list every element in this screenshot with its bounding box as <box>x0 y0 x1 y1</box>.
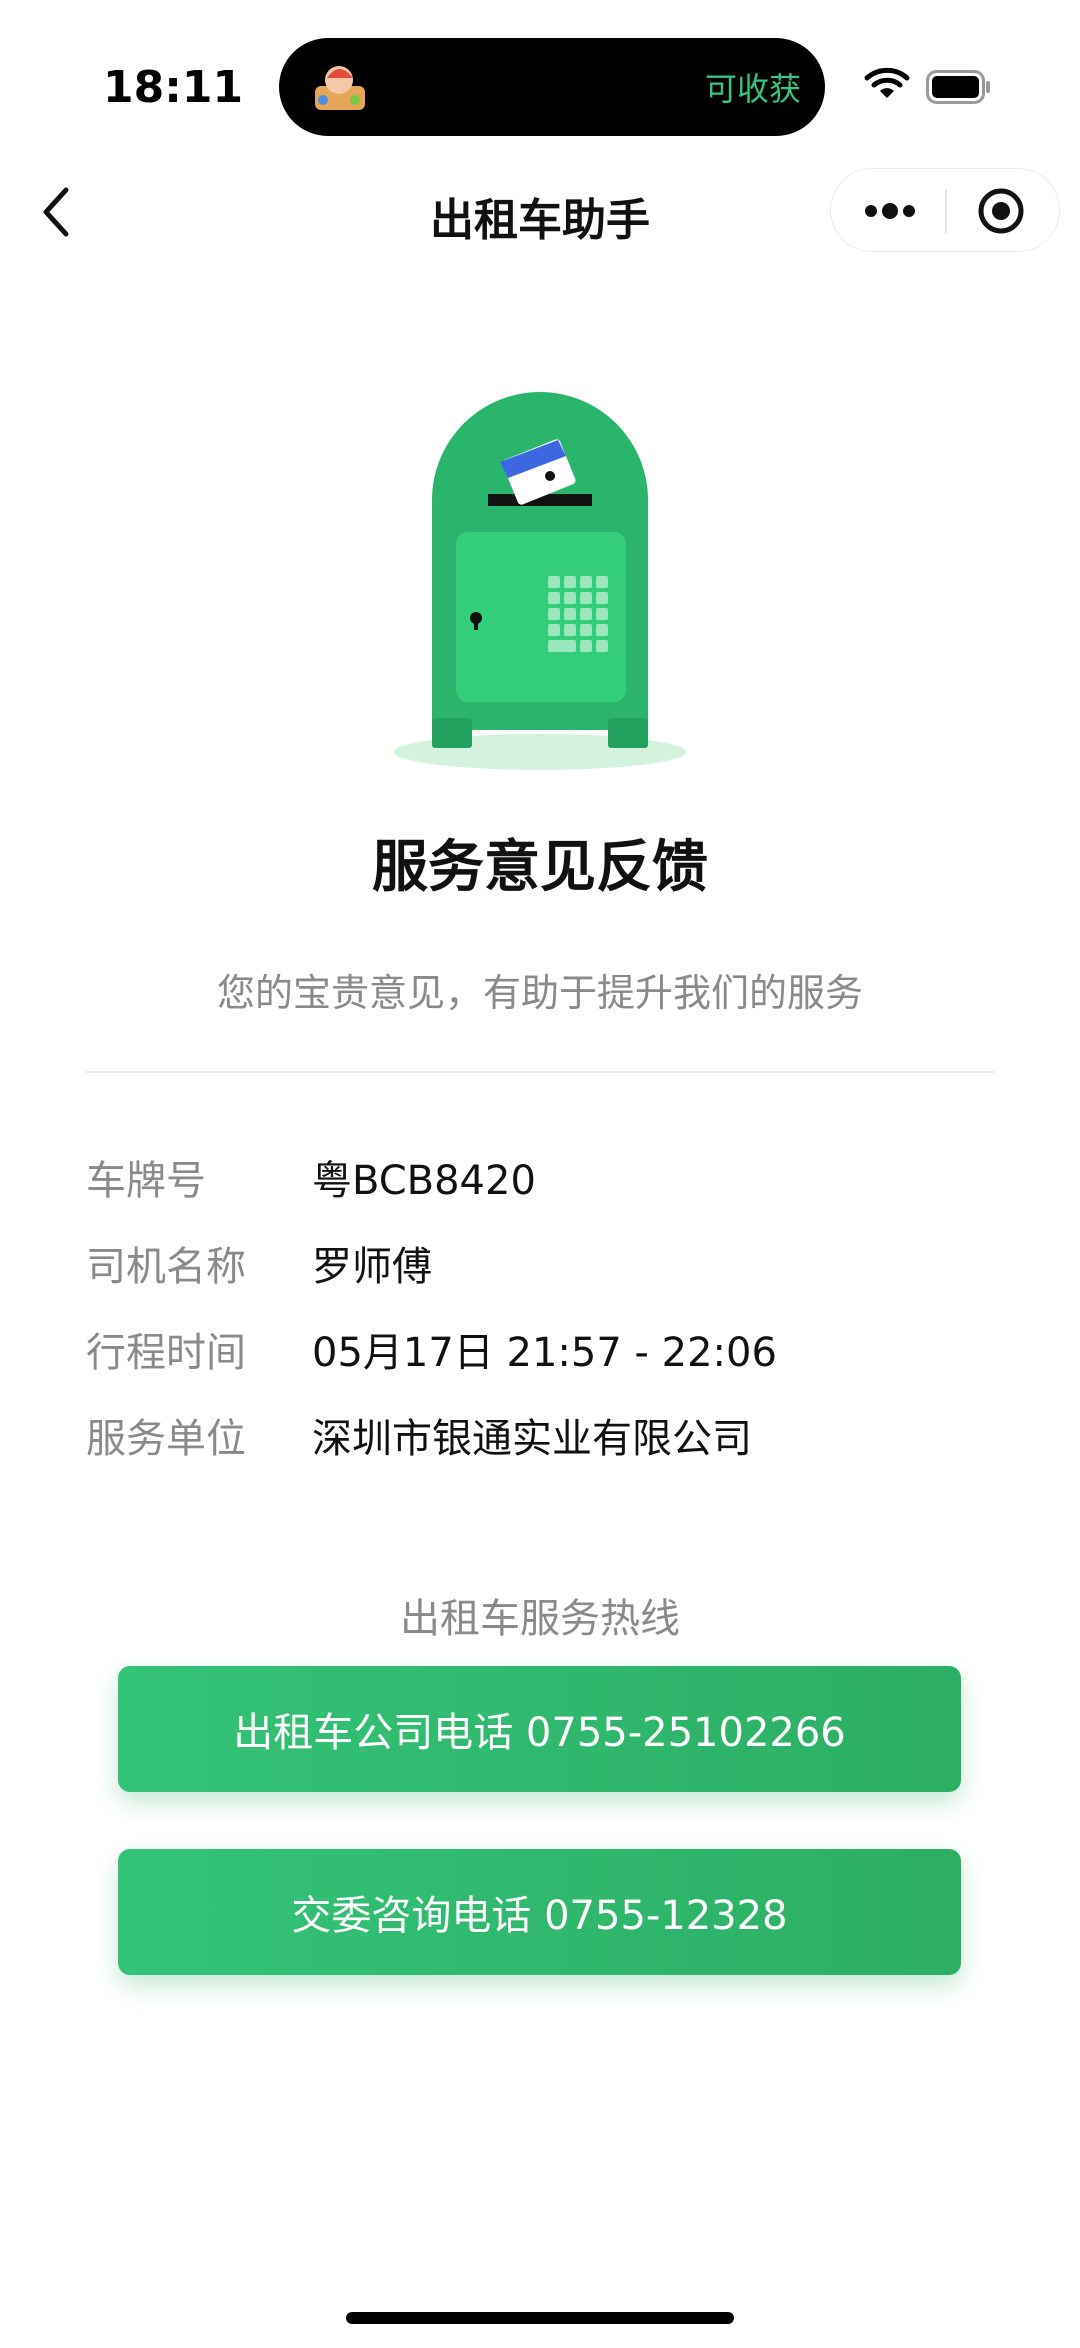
feedback-heading: 服务意见反馈 <box>372 835 708 900</box>
call-commission-button[interactable]: 交委咨询电话 0755-12328 <box>118 1849 961 1975</box>
info-value: 粤BCB8420 <box>312 1158 536 1204</box>
info-value: 罗师傅 <box>312 1244 432 1290</box>
divider <box>86 1071 994 1073</box>
info-value: 05月17日 21:57 - 22:06 <box>312 1330 777 1376</box>
target-icon[interactable] <box>977 187 1025 235</box>
info-label: 行程时间 <box>86 1330 246 1376</box>
island-label: 可收获 <box>704 70 801 108</box>
feedback-subtitle: 您的宝贵意见，有助于提升我们的服务 <box>216 971 863 1015</box>
dynamic-island[interactable]: 可收获 <box>279 38 825 136</box>
info-label: 司机名称 <box>86 1244 246 1290</box>
call-taxi-company-button[interactable]: 出租车公司电话 0755-25102266 <box>118 1666 961 1792</box>
info-label: 车牌号 <box>86 1158 206 1204</box>
status-time: 18:11 <box>103 62 244 113</box>
home-indicator[interactable] <box>346 2312 734 2324</box>
game-badge-icon <box>315 66 365 110</box>
wifi-icon <box>864 67 910 98</box>
capsule-divider <box>945 189 947 233</box>
battery-icon <box>926 70 990 104</box>
hotline-title: 出租车服务热线 <box>400 1596 680 1642</box>
info-label: 服务单位 <box>86 1416 246 1462</box>
mini-program-capsule <box>830 168 1060 252</box>
info-value: 深圳市银通实业有限公司 <box>312 1416 752 1462</box>
more-dots-icon[interactable] <box>863 197 917 225</box>
mailbox-icon <box>394 392 686 770</box>
